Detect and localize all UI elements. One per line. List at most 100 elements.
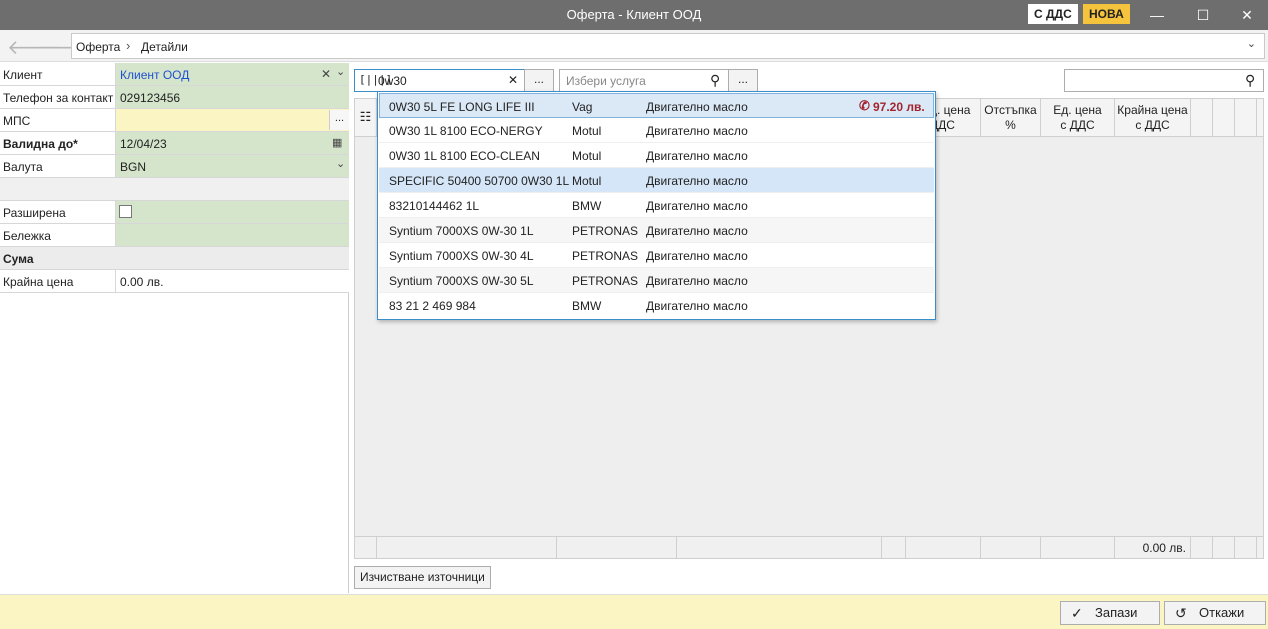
suggestion-brand: Vag (572, 100, 593, 114)
suggestion-item[interactable]: Syntium 7000XS 0W-30 4L PETRONAS Двигате… (379, 243, 934, 268)
clear-sources-button[interactable]: Изчистване източници (354, 566, 491, 589)
sum-section: Сума (0, 247, 349, 270)
field-currency: Валута BGN ⌄ (0, 155, 349, 178)
footer-cell (377, 537, 557, 559)
column-label: д. цена (930, 103, 971, 117)
part-search-value: 0w30 (378, 74, 407, 88)
client-value[interactable]: Клиент ООД (120, 68, 189, 82)
vehicle-field[interactable]: ... (115, 109, 349, 131)
undo-icon: ↺ (1175, 605, 1187, 621)
action-bar: ✓ Запази ↺ Откажи (0, 594, 1268, 629)
cancel-label: Откажи (1199, 605, 1245, 620)
extended-checkbox[interactable] (119, 205, 132, 218)
suggestion-name: SPECIFIC 50400 50700 0W30 1L (389, 174, 570, 188)
suggestion-brand: BMW (572, 299, 602, 313)
footer-cell (1041, 537, 1115, 559)
suggestion-brand: PETRONAS (572, 274, 639, 288)
footer-cell (906, 537, 981, 559)
suggestion-category: Двигателно масло (646, 299, 748, 313)
note-field[interactable] (115, 224, 349, 246)
suggestion-item[interactable]: Syntium 7000XS 0W-30 5L PETRONAS Двигате… (379, 268, 934, 293)
suggestion-name: 0W30 1L 8100 ECO-NERGY (389, 124, 543, 138)
search-icon[interactable]: ⚲ (1245, 72, 1255, 89)
save-button[interactable]: ✓ Запази (1060, 601, 1160, 625)
suggestion-item[interactable]: SPECIFIC 50400 50700 0W30 1L Motul Двига… (379, 168, 934, 193)
extended-cell (115, 201, 349, 223)
vehicle-browse-button[interactable]: ... (329, 110, 349, 130)
minimize-button[interactable]: — (1134, 0, 1180, 30)
chevron-down-icon[interactable]: ⌄ (336, 65, 345, 78)
sum-section-title: Сума (3, 252, 34, 266)
suggestion-brand: Motul (572, 174, 602, 188)
vat-badge: С ДДС (1028, 4, 1078, 24)
save-label: Запази (1095, 605, 1138, 620)
column-extra[interactable] (1191, 99, 1213, 137)
suggestion-item[interactable]: 0W30 1L 8100 ECO-CLEAN Motul Двигателно … (379, 143, 934, 168)
field-label: Бележка (3, 229, 51, 243)
suggestion-category: Двигателно масло (646, 124, 748, 138)
suggestion-category: Двигателно масло (646, 149, 748, 163)
field-valid-until: Валидна до* 12/04/23 ▦ (0, 132, 349, 155)
suggestion-item[interactable]: 83210144462 1L BMW Двигателно масло (379, 193, 934, 218)
column-discount[interactable]: Отстъпка % (981, 99, 1041, 137)
footer-cell (1191, 537, 1213, 559)
phone-field[interactable]: 029123456 (115, 86, 349, 108)
field-extended: Разширена (0, 201, 349, 224)
cancel-button[interactable]: ↺ Откажи (1164, 601, 1266, 625)
suggestion-category: Двигателно масло (646, 224, 748, 238)
maximize-button[interactable]: ☐ (1180, 0, 1226, 30)
column-extra[interactable] (1235, 99, 1257, 137)
footer-total: 0.00 лв. (1115, 537, 1191, 559)
offer-form: Клиент Клиент ООД ✕ ⌄ Телефон за контакт… (0, 63, 349, 593)
chevron-right-icon: › (126, 38, 131, 53)
service-search-input[interactable]: Избери услуга ⚲ (559, 69, 729, 92)
suggestion-category: Двигателно масло (646, 174, 748, 188)
suggestion-name: Syntium 7000XS 0W-30 5L (389, 274, 534, 288)
field-label: Валута (3, 160, 43, 174)
part-search-input[interactable]: [|||] 0w30 ✕ (354, 69, 525, 92)
part-suggestions-dropdown: 0W30 5L FE LONG LIFE III Vag Двигателно … (377, 91, 936, 320)
suggestion-price: 97.20 лв. (873, 100, 925, 114)
suggestion-item[interactable]: 83 21 2 469 984 BMW Двигателно масло (379, 293, 934, 318)
total-cell: 0.00 лв. (115, 270, 349, 292)
chevron-down-icon[interactable]: ⌄ (1247, 37, 1256, 50)
grid-footer: 0.00 лв. (355, 536, 1263, 559)
field-client: Клиент Клиент ООД ✕ ⌄ (0, 63, 349, 86)
column-extra[interactable] (1213, 99, 1235, 137)
footer-cell (1235, 537, 1257, 559)
total-value: 0.00 лв. (120, 275, 164, 289)
column-total-price-vat[interactable]: Крайна цена с ДДС (1115, 99, 1191, 137)
clear-icon[interactable]: ✕ (508, 73, 518, 87)
suggestion-name: 83 21 2 469 984 (389, 299, 476, 313)
currency-value: BGN (120, 160, 147, 174)
suggestion-item[interactable]: 0W30 5L FE LONG LIFE III Vag Двигателно … (379, 93, 934, 118)
spacer-row (0, 178, 349, 201)
chevron-down-icon[interactable]: ⌄ (336, 157, 345, 170)
valid-until-value: 12/04/23 (120, 137, 167, 151)
suggestion-item[interactable]: 0W30 1L 8100 ECO-NERGY Motul Двигателно … (379, 118, 934, 143)
part-browse-button[interactable]: ... (524, 69, 554, 92)
footer-cell (557, 537, 677, 559)
breadcrumb-item-offer[interactable]: Оферта (76, 40, 120, 54)
valid-until-field[interactable]: 12/04/23 ▦ (115, 132, 349, 154)
field-vehicle: МПС ... (0, 109, 349, 132)
currency-select[interactable]: BGN ⌄ (115, 155, 349, 177)
suggestion-brand: Motul (572, 124, 602, 138)
grid-filter-input[interactable]: ⚲ (1064, 69, 1264, 92)
footer-cell (882, 537, 906, 559)
suggestion-category: Двигателно масло (646, 199, 748, 213)
suggestion-brand: PETRONAS (572, 224, 639, 238)
client-select[interactable]: Клиент ООД ✕ ⌄ (115, 63, 349, 85)
suggestion-category: Двигателно масло (646, 100, 748, 114)
breadcrumb-item-details[interactable]: Детайли (141, 40, 188, 54)
search-icon[interactable]: ⚲ (710, 72, 720, 89)
clear-icon[interactable]: ✕ (321, 67, 331, 81)
suggestion-item[interactable]: Syntium 7000XS 0W-30 1L PETRONAS Двигате… (379, 218, 934, 243)
column-chooser-icon[interactable]: ☷ (355, 99, 377, 137)
footer-cell (355, 537, 377, 559)
field-label: Разширена (3, 206, 66, 220)
close-button[interactable]: ✕ (1224, 0, 1268, 30)
column-unit-price-vat[interactable]: Ед. цена с ДДС (1041, 99, 1115, 137)
service-browse-button[interactable]: ... (728, 69, 758, 92)
calendar-icon[interactable]: ▦ (332, 136, 342, 149)
